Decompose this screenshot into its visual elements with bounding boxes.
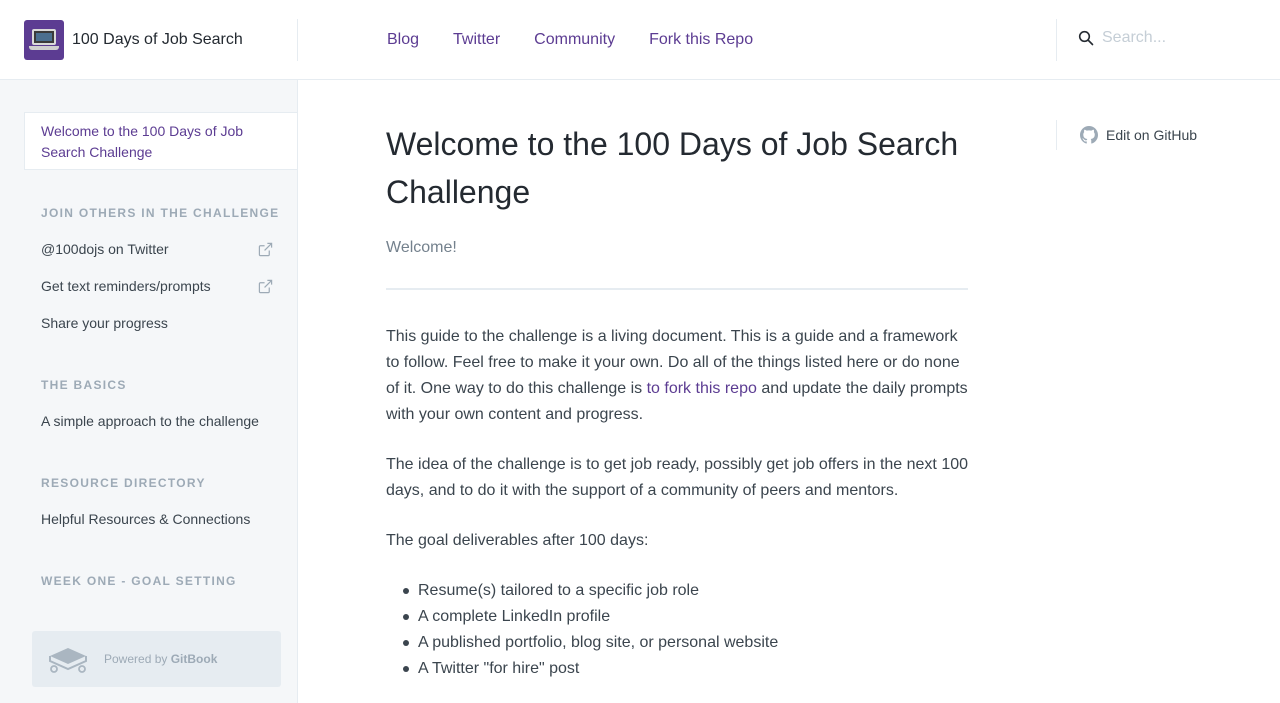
external-link-icon (258, 242, 273, 256)
sidebar-item-label: @100dojs on Twitter (41, 241, 169, 257)
goal-paragraph: The goal deliverables after 100 days: (386, 532, 649, 549)
idea-paragraph: The idea of the challenge is to get job … (386, 456, 969, 499)
external-link-icon (258, 279, 273, 293)
sidebar-item-twitter[interactable]: @100dojs on Twitter (41, 240, 273, 258)
nav-twitter-link[interactable]: Twitter (453, 30, 500, 50)
search-divider (1056, 19, 1057, 61)
list-item: A published portfolio, blog site, or per… (386, 630, 968, 656)
sidebar-item-label: Get text reminders/prompts (41, 278, 211, 294)
intro-paragraph: This guide to the challenge is a living … (386, 324, 968, 428)
sidebar-item-helpful-resources[interactable]: Helpful Resources & Connections (41, 510, 273, 528)
powered-brand: GitBook (170, 652, 218, 666)
nav-blog-link[interactable]: Blog (387, 30, 419, 50)
sidebar-item-label: Share your progress (41, 315, 168, 331)
github-icon (1080, 126, 1098, 144)
gitbook-logo-icon (49, 648, 87, 673)
sidebar-section-week-one: WEEK ONE - GOAL SETTING (41, 574, 237, 588)
sidebar-item-simple-approach[interactable]: A simple approach to the challenge (41, 412, 273, 430)
main-content: Welcome to the 100 Days of Job Search Ch… (386, 120, 968, 682)
sidebar-item-text-reminders[interactable]: Get text reminders/prompts (41, 277, 273, 295)
search-icon (1078, 30, 1094, 46)
sidebar-item-label: A simple approach to the challenge (41, 413, 259, 429)
header-divider (297, 19, 298, 61)
sidebar: Welcome to the 100 Days of Job Search Ch… (0, 80, 298, 703)
top-header: 100 Days of Job Search Blog Twitter Comm… (0, 0, 1280, 80)
laptop-icon (24, 20, 64, 60)
page-subtitle: Welcome! (386, 239, 457, 256)
deliverables-list: Resume(s) tailored to a specific job rol… (386, 578, 968, 682)
sidebar-section-basics: THE BASICS (41, 378, 127, 392)
powered-by-text: Powered by GitBook (104, 652, 217, 666)
top-nav: Blog Twitter Community Fork this Repo (387, 30, 787, 50)
brand-title: 100 Days of Job Search (72, 31, 243, 48)
edit-on-github-link[interactable]: Edit on GitHub (1080, 126, 1197, 144)
search-input[interactable] (1102, 29, 1272, 47)
sidebar-section-resources: RESOURCE DIRECTORY (41, 476, 206, 490)
nav-fork-repo-link[interactable]: Fork this Repo (649, 30, 753, 50)
sidebar-section-join: JOIN OTHERS IN THE CHALLENGE (41, 206, 280, 220)
powered-by-gitbook[interactable]: Powered by GitBook (32, 631, 281, 687)
nav-community-link[interactable]: Community (534, 30, 615, 50)
fork-repo-link[interactable]: to fork this repo (647, 380, 757, 397)
sidebar-item-welcome[interactable]: Welcome to the 100 Days of Job Search Ch… (24, 112, 297, 170)
powered-prefix: Powered by (104, 652, 168, 666)
divider (386, 288, 968, 290)
search-box[interactable] (1078, 29, 1272, 47)
list-item: A Twitter "for hire" post (386, 656, 968, 682)
sidebar-item-label: Helpful Resources & Connections (41, 511, 251, 527)
list-item: A complete LinkedIn profile (386, 604, 968, 630)
edit-on-github-label: Edit on GitHub (1106, 127, 1198, 143)
brand-link[interactable]: 100 Days of Job Search (24, 20, 243, 60)
rail-divider (1056, 120, 1057, 150)
page-title: Welcome to the 100 Days of Job Search Ch… (386, 126, 959, 210)
list-item: Resume(s) tailored to a specific job rol… (386, 578, 968, 604)
sidebar-item-share-progress[interactable]: Share your progress (41, 314, 273, 332)
